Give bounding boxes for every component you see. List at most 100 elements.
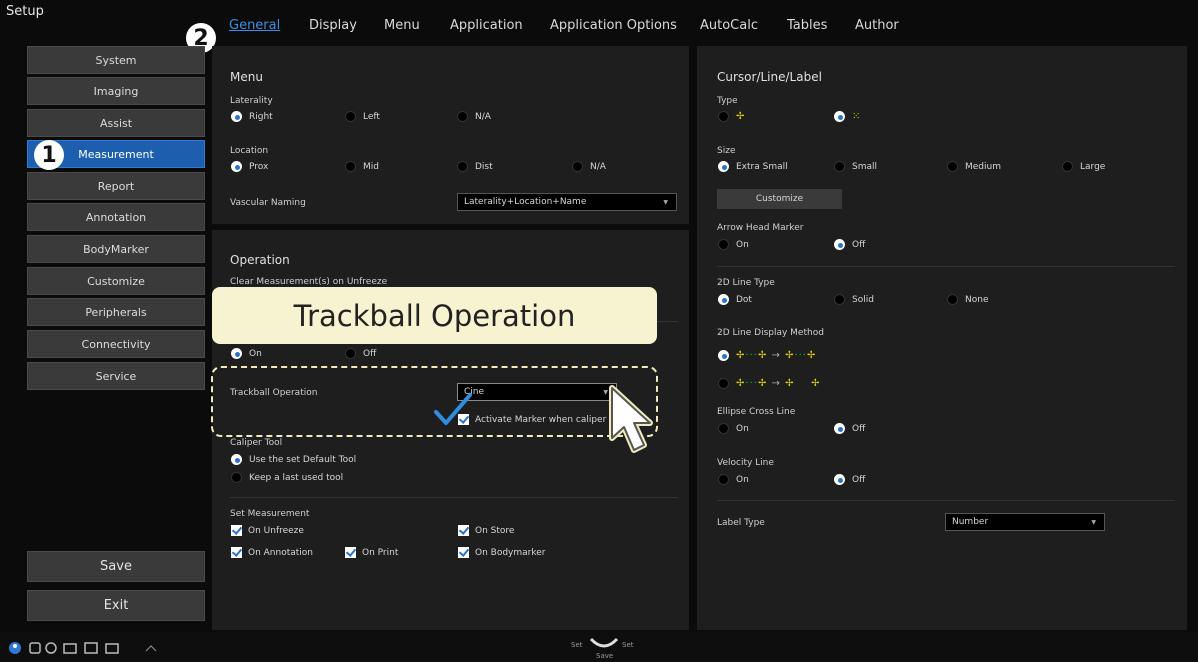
on-store-checkbox[interactable]: On Store	[458, 525, 514, 536]
radio-selected-icon	[834, 239, 845, 250]
line-display-method-2-radio[interactable]: ✢···✢ → ✢ ✢	[718, 378, 821, 389]
clear-on-radio[interactable]: On	[231, 348, 262, 359]
velocity-on-radio[interactable]: On	[718, 474, 749, 485]
trackball-keys-icon	[589, 637, 619, 648]
radio-icon	[718, 474, 729, 485]
step-badge-1: 1	[34, 140, 64, 170]
sidebar-item-annotation[interactable]: Annotation	[27, 203, 205, 231]
location-mid-radio[interactable]: Mid	[345, 161, 379, 172]
ellipse-off-radio[interactable]: Off	[834, 423, 865, 434]
size-medium-radio[interactable]: Medium	[947, 161, 1001, 172]
arrow-head-off-radio[interactable]: Off	[834, 239, 865, 250]
trackball-operation-callout: Trackball Operation	[212, 287, 657, 344]
location-prox-radio[interactable]: Prox	[231, 161, 268, 172]
size-extra-small-radio[interactable]: Extra Small	[718, 161, 788, 172]
ellipse-label: Ellipse Cross Line	[717, 407, 796, 417]
radio-selected-icon	[834, 111, 845, 122]
clear-off-radio[interactable]: Off	[345, 348, 376, 359]
location-label: Location	[230, 146, 269, 156]
checkbox-checked-icon	[345, 547, 356, 558]
label-type-select[interactable]: Number ▼	[945, 513, 1105, 531]
tab-application-options[interactable]: Application Options	[550, 18, 677, 33]
velocity-label: Velocity Line	[717, 458, 774, 468]
radio-selected-icon	[231, 111, 242, 122]
radio-icon	[345, 111, 356, 122]
caliper-default-radio[interactable]: Use the set Default Tool	[231, 454, 356, 465]
location-dist-radio[interactable]: Dist	[457, 161, 493, 172]
arrow-head-on-radio[interactable]: On	[718, 239, 749, 250]
laterality-na-radio[interactable]: N/A	[457, 111, 491, 122]
tab-tables[interactable]: Tables	[787, 18, 827, 33]
ellipse-on-radio[interactable]: On	[718, 423, 749, 434]
laterality-left-radio[interactable]: Left	[345, 111, 380, 122]
divider	[717, 266, 1175, 267]
sidebar-item-system[interactable]: System	[27, 46, 205, 74]
line-type-solid-radio[interactable]: Solid	[834, 294, 874, 305]
footer-save: Save	[596, 652, 614, 660]
menu-section-title: Menu	[230, 70, 263, 84]
tab-autocalc[interactable]: AutoCalc	[700, 18, 758, 33]
sidebar-item-bodymarker[interactable]: BodyMarker	[27, 235, 205, 263]
size-label: Size	[717, 146, 736, 156]
radio-selected-icon	[834, 474, 845, 485]
arrow-head-label: Arrow Head Marker	[717, 223, 804, 233]
sidebar-item-customize[interactable]: Customize	[27, 267, 205, 295]
size-small-radio[interactable]: Small	[834, 161, 877, 172]
label-type-label: Label Type	[717, 518, 765, 528]
location-na-radio[interactable]: N/A	[572, 161, 606, 172]
on-print-checkbox[interactable]: On Print	[345, 547, 398, 558]
vascular-naming-label: Vascular Naming	[230, 198, 306, 208]
customize-button[interactable]: Customize	[717, 189, 842, 209]
laterality-right-radio[interactable]: Right	[231, 111, 273, 122]
tab-general[interactable]: General	[229, 18, 280, 33]
save-button[interactable]: Save	[27, 551, 205, 582]
checkbox-checked-icon	[458, 525, 469, 536]
size-large-radio[interactable]: Large	[1062, 161, 1105, 172]
sidebar-item-assist[interactable]: Assist	[27, 109, 205, 137]
radio-selected-icon	[718, 350, 729, 361]
divider	[230, 497, 678, 498]
vascular-naming-select[interactable]: Laterality+Location+Name ▼	[457, 193, 677, 211]
radio-icon	[1062, 161, 1073, 172]
tab-author[interactable]: Author	[855, 18, 899, 33]
radio-icon	[834, 161, 845, 172]
line-type-none-radio[interactable]: None	[947, 294, 988, 305]
checkbox-checked-icon	[231, 525, 242, 536]
tab-display[interactable]: Display	[309, 18, 357, 33]
line-type-dot-radio[interactable]: Dot	[718, 294, 752, 305]
radio-selected-icon	[231, 161, 242, 172]
cursor-type-plus-radio[interactable]: ✢	[718, 111, 745, 122]
type-label: Type	[717, 96, 738, 106]
pointer-cursor-icon	[609, 385, 653, 453]
exit-button[interactable]: Exit	[27, 590, 205, 621]
footer-set-left: Set	[571, 641, 583, 649]
radio-icon	[345, 348, 356, 359]
radio-icon	[718, 378, 729, 389]
on-unfreeze-checkbox[interactable]: On Unfreeze	[231, 525, 304, 536]
radio-selected-icon	[231, 454, 242, 465]
sidebar-item-service[interactable]: Service	[27, 362, 205, 390]
footer-set-right: Set	[622, 641, 634, 649]
sidebar-item-connectivity[interactable]: Connectivity	[27, 330, 205, 358]
velocity-off-radio[interactable]: Off	[834, 474, 865, 485]
cursor-type-x-radio[interactable]: ⁙	[834, 111, 861, 122]
laterality-label: Laterality	[230, 96, 273, 106]
sidebar-item-peripherals[interactable]: Peripherals	[27, 298, 205, 326]
caliper-last-radio[interactable]: Keep a last used tool	[231, 472, 343, 483]
sidebar-item-imaging[interactable]: Imaging	[27, 77, 205, 105]
line-display-method-1-icon: ✢···✢ → ✢···✢	[736, 350, 817, 361]
divider	[717, 500, 1175, 501]
line-display-method-1-radio[interactable]: ✢···✢ → ✢···✢	[718, 350, 816, 361]
set-measurement-label: Set Measurement	[230, 509, 310, 519]
status-icons	[9, 642, 157, 654]
radio-icon	[947, 161, 958, 172]
on-annotation-checkbox[interactable]: On Annotation	[231, 547, 313, 558]
tab-menu[interactable]: Menu	[384, 18, 420, 33]
radio-selected-icon	[231, 348, 242, 359]
checkbox-checked-icon	[231, 547, 242, 558]
sidebar-item-report[interactable]: Report	[27, 172, 205, 200]
radio-selected-icon	[834, 423, 845, 434]
tab-application[interactable]: Application	[450, 18, 523, 33]
checkbox-checked-icon	[458, 547, 469, 558]
on-bodymarker-checkbox[interactable]: On Bodymarker	[458, 547, 545, 558]
